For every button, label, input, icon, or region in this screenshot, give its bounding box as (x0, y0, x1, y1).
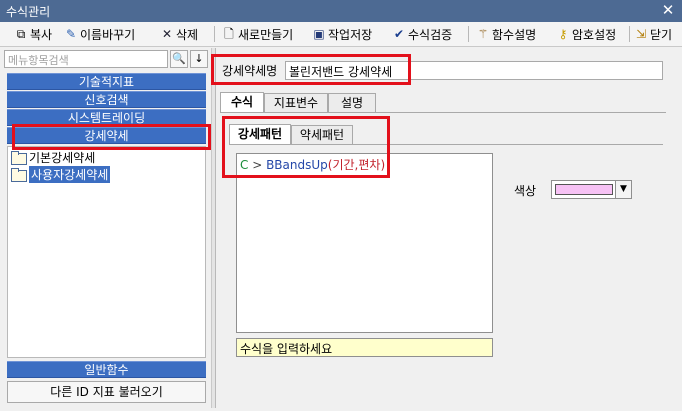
toolbar-separator (214, 26, 215, 42)
delete-label: 삭제 (176, 27, 199, 42)
toolbar-separator (468, 26, 469, 42)
tab-description[interactable]: 설명 (328, 93, 376, 113)
highlight-box (12, 124, 211, 150)
save-icon: ▣ (313, 27, 325, 41)
formula-editor[interactable]: C > BBandsUp(기간,편차) (236, 153, 493, 333)
delete-button[interactable]: ✕ 삭제 (160, 24, 198, 44)
close-button[interactable]: ⇲ 닫기 (634, 24, 672, 44)
new-button[interactable]: 🗋 새로만들기 (222, 24, 293, 44)
color-swatch (555, 184, 613, 195)
category-signal-search[interactable]: 신호검색 (7, 91, 206, 108)
menu-search-input[interactable]: 메뉴항목검색 (4, 50, 168, 68)
password-label: 암호설정 (572, 27, 617, 42)
key-icon: ⚷ (558, 27, 568, 41)
highlight-box (211, 54, 411, 85)
password-button[interactable]: ⚷ 암호설정 (556, 24, 617, 44)
rename-label: 이름바꾸기 (80, 27, 136, 42)
color-label: 색상 (514, 184, 537, 198)
tree-item-label: 사용자강세약세 (29, 165, 111, 183)
new-file-icon: 🗋 (224, 27, 234, 41)
copy-label: 복사 (30, 27, 53, 42)
tree-view: 기본강세약세 사용자강세약세 (7, 146, 206, 358)
toolbar: ⧉ 복사 ✎ 이름바꾸기 ✕ 삭제 🗋 새로만들기 ▣ 작업저장 ✔ 수식검증 … (0, 22, 682, 47)
tree-item-user-bull-bear[interactable]: 사용자강세약세 (11, 165, 111, 183)
check-icon: ✔ (393, 27, 405, 41)
tab-formula[interactable]: 수식 (220, 92, 264, 113)
category-technical-indicators[interactable]: 기술적지표 (7, 73, 206, 90)
exit-icon: ⇲ (635, 27, 647, 41)
rename-button[interactable]: ✎ 이름바꾸기 (64, 24, 135, 44)
arrow-down-icon[interactable]: ↓ (190, 50, 208, 68)
search-icon[interactable]: 🔍 (170, 50, 188, 68)
dropdown-arrow-icon[interactable]: ▼ (615, 181, 631, 198)
close-label: 닫기 (650, 27, 673, 42)
title-bar: 수식관리 ✕ (0, 0, 682, 22)
tree-item-label: 기본강세약세 (29, 150, 96, 165)
folder-icon (11, 151, 27, 165)
tree-item-basic-bull-bear[interactable]: 기본강세약세 (11, 149, 95, 165)
load-other-id-button[interactable]: 다른 ID 지표 불러오기 (7, 381, 206, 403)
verify-label: 수식검증 (408, 27, 453, 42)
save-label: 작업저장 (328, 27, 373, 42)
copy-icon: ⧉ (16, 27, 26, 41)
rename-icon: ✎ (65, 27, 77, 41)
delete-icon: ✕ (161, 27, 173, 41)
copy-button[interactable]: ⧉ 복사 (14, 24, 52, 44)
function-description-button[interactable]: ⚚ 함수설명 (476, 24, 537, 44)
new-label: 새로만들기 (238, 27, 294, 42)
category-general-functions[interactable]: 일반함수 (7, 361, 206, 378)
magic-wand-icon: ⚚ (477, 27, 489, 41)
toolbar-separator (629, 26, 630, 42)
tab-indicator-variables[interactable]: 지표변수 (264, 93, 328, 113)
color-picker[interactable]: ▼ (551, 180, 632, 199)
open-folder-icon (11, 168, 27, 182)
tab-divider (220, 112, 666, 113)
formula-hint: 수식을 입력하세요 (236, 338, 493, 357)
function-description-label: 함수설명 (492, 27, 537, 42)
verify-button[interactable]: ✔ 수식검증 (392, 24, 452, 44)
highlight-box (222, 116, 390, 178)
save-button[interactable]: ▣ 작업저장 (312, 24, 372, 44)
close-icon[interactable]: ✕ (660, 1, 676, 19)
window-title: 수식관리 (6, 5, 51, 19)
